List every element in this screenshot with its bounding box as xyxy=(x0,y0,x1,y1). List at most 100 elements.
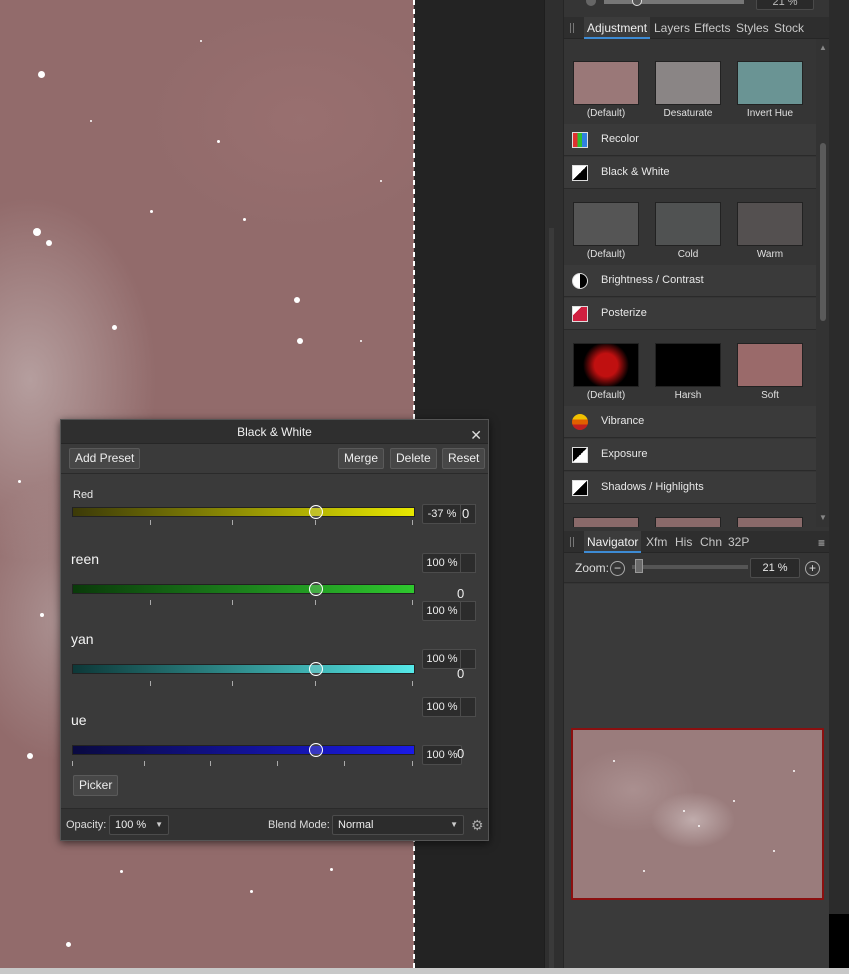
stray-value-stub[interactable] xyxy=(460,601,476,621)
tick xyxy=(150,681,151,686)
tick xyxy=(344,761,345,766)
star xyxy=(683,810,685,812)
reset-button[interactable]: Reset xyxy=(442,448,486,469)
panel-menu-icon[interactable]: ≡ xyxy=(818,536,825,550)
opacity-dropdown[interactable]: 100 % ▼ xyxy=(109,815,169,835)
add-preset-button[interactable]: Add Preset xyxy=(69,448,141,469)
picker-button[interactable]: Picker xyxy=(73,775,119,796)
dialog-title-bar[interactable]: Black & White ✕ xyxy=(61,420,488,444)
zoom-field[interactable]: 21 % xyxy=(750,558,800,578)
preset-partial xyxy=(573,517,639,527)
stray-value-field[interactable]: 100 % xyxy=(422,697,462,717)
red-value-field[interactable]: -37 % xyxy=(422,504,462,524)
scroll-thumb[interactable] xyxy=(820,143,826,321)
tab-stock[interactable]: Stock xyxy=(771,17,807,39)
top-zoom-thumb[interactable] xyxy=(632,0,642,6)
green-slider[interactable] xyxy=(72,584,415,594)
adjustment-black-white[interactable]: Black & White xyxy=(564,157,816,189)
preset-cold[interactable]: Cold xyxy=(655,202,721,260)
red-slider[interactable] xyxy=(72,507,415,517)
adjustment-scrollbar[interactable]: ▲ ▼ xyxy=(816,39,830,527)
window-edge xyxy=(829,0,849,968)
preset-harsh[interactable]: Harsh xyxy=(655,343,721,401)
merge-button[interactable]: Merge xyxy=(338,448,385,469)
edge-block xyxy=(829,914,849,968)
dialog-button-bar: Add Preset Merge Delete Reset xyxy=(61,444,488,474)
star xyxy=(793,770,795,772)
navigator-preview[interactable] xyxy=(571,728,824,900)
green-slider-thumb[interactable] xyxy=(308,582,323,596)
tab-32bit-preview[interactable]: 32P xyxy=(725,531,752,553)
star xyxy=(40,613,44,617)
preset-default[interactable]: (Default) xyxy=(573,343,639,401)
stray-value-field[interactable]: 100 % xyxy=(422,601,462,621)
red-ticks xyxy=(72,520,415,526)
delete-button[interactable]: Delete xyxy=(390,448,437,469)
navigator-area xyxy=(564,584,830,968)
posterize-icon xyxy=(572,306,588,322)
scroll-down-icon[interactable]: ▼ xyxy=(819,513,827,522)
preset-soft[interactable]: Soft xyxy=(737,343,803,401)
red-value-stub[interactable]: 0 xyxy=(460,504,476,524)
panel-grip-icon[interactable] xyxy=(570,537,574,547)
adjustment-vibrance[interactable]: Vibrance xyxy=(564,406,816,438)
tick xyxy=(72,761,73,766)
adjustment-exposure[interactable]: Exposure xyxy=(564,439,816,471)
app-root: 21 % Adjustment Layers Effects Styles St… xyxy=(0,0,849,974)
blue-slider[interactable] xyxy=(72,745,415,755)
adjustment-label: Recolor xyxy=(601,133,639,145)
panel-grip-icon[interactable] xyxy=(570,23,574,33)
preset-thumbnail xyxy=(737,202,803,246)
tick xyxy=(277,761,278,766)
adjustment-recolor[interactable]: Recolor xyxy=(564,124,816,156)
cyan-slider-thumb[interactable] xyxy=(308,662,323,676)
star xyxy=(90,120,92,122)
preset-desaturate[interactable]: Desaturate xyxy=(655,61,721,119)
tab-adjustment[interactable]: Adjustment xyxy=(584,17,651,39)
zoom-slider-thumb[interactable] xyxy=(635,559,643,573)
tab-channels[interactable]: Chn xyxy=(697,531,725,553)
tab-transform[interactable]: Xfm xyxy=(643,531,670,553)
stray-value-stub[interactable] xyxy=(460,697,476,717)
blend-mode-dropdown[interactable]: Normal ▼ xyxy=(332,815,464,835)
preset-warm[interactable]: Warm xyxy=(737,202,803,260)
top-zoom-field[interactable]: 21 % xyxy=(756,0,814,10)
star xyxy=(250,890,253,893)
tab-layers[interactable]: Layers xyxy=(651,17,693,39)
tick xyxy=(150,520,151,525)
green-value-field[interactable]: 100 % xyxy=(422,553,462,573)
star xyxy=(613,760,615,762)
preset-default[interactable]: (Default) xyxy=(573,202,639,260)
adjustment-shadows-highlights[interactable]: Shadows / Highlights xyxy=(564,472,816,504)
adjustment-brightness-contrast[interactable]: Brightness / Contrast xyxy=(564,265,816,297)
red-slider-thumb[interactable] xyxy=(308,505,323,519)
preset-label: Cold xyxy=(677,249,699,260)
gutter-scrollbar[interactable] xyxy=(549,228,554,968)
star xyxy=(330,868,333,871)
star xyxy=(297,338,303,344)
tab-effects[interactable]: Effects xyxy=(691,17,733,39)
tab-navigator[interactable]: Navigator xyxy=(584,531,642,553)
blue-slider-thumb[interactable] xyxy=(308,743,323,757)
gear-icon[interactable]: ⚙ xyxy=(471,817,484,834)
opacity-value: 100 % xyxy=(115,819,147,831)
preset-invert-hue[interactable]: Invert Hue xyxy=(737,61,803,119)
zoom-slider[interactable] xyxy=(632,565,748,569)
star xyxy=(733,800,735,802)
green-value-stub[interactable] xyxy=(460,553,476,573)
cyan-slider[interactable] xyxy=(72,664,415,674)
tab-history[interactable]: His xyxy=(672,531,695,553)
zoom-out-icon[interactable]: − xyxy=(610,561,625,576)
zoom-in-icon[interactable]: + xyxy=(805,561,820,576)
star xyxy=(294,297,300,303)
tab-styles[interactable]: Styles xyxy=(733,17,772,39)
scroll-up-icon[interactable]: ▲ xyxy=(819,43,827,52)
star xyxy=(200,40,202,42)
top-zoom-slider[interactable] xyxy=(604,0,744,4)
adjustment-posterize[interactable]: Posterize xyxy=(564,298,816,330)
adjustment-label: Posterize xyxy=(601,307,647,319)
star xyxy=(773,850,775,852)
preset-thumbnail xyxy=(655,61,721,105)
preset-default[interactable]: (Default) xyxy=(573,61,639,119)
tick xyxy=(412,520,413,525)
